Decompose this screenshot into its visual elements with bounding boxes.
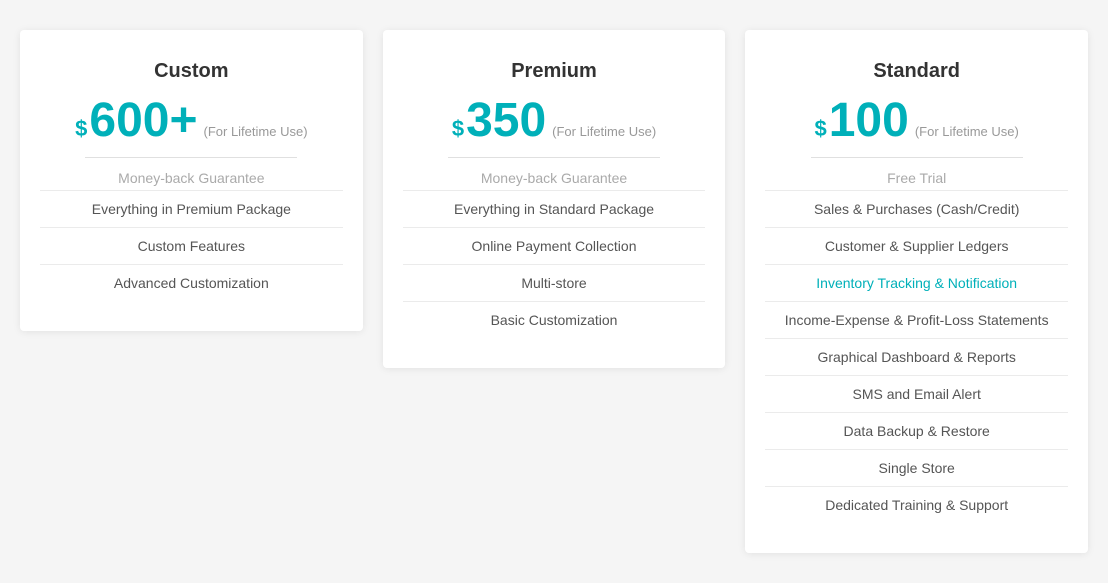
premium-feature-0: Everything in Standard Package (403, 190, 706, 228)
standard-price-suffix: (For Lifetime Use) (915, 124, 1019, 139)
premium-feature-1: Online Payment Collection (403, 228, 706, 265)
premium-feature-2: Multi-store (403, 265, 706, 302)
standard-feature-2: Inventory Tracking & Notification (765, 265, 1068, 302)
custom-divider (85, 157, 297, 158)
standard-price-row: $100 (For Lifetime Use) (765, 97, 1068, 145)
custom-price-suffix: (For Lifetime Use) (204, 124, 308, 139)
standard-divider (811, 157, 1023, 158)
standard-feature-8: Dedicated Training & Support (765, 487, 1068, 523)
standard-feature-5: SMS and Email Alert (765, 376, 1068, 413)
pricing-card-premium: Premium $350 (For Lifetime Use) Money-back … (383, 30, 726, 368)
standard-feature-3: Income-Expense & Profit-Loss Statements (765, 302, 1068, 339)
premium-divider (448, 157, 660, 158)
standard-dollar-sign: $ (814, 116, 826, 142)
premium-price-amount: 350 (466, 97, 546, 145)
custom-feature-1: Custom Features (40, 228, 343, 265)
standard-price-amount: 100 (829, 97, 909, 145)
premium-price-suffix: (For Lifetime Use) (552, 124, 656, 139)
custom-feature-2: Advanced Customization (40, 265, 343, 301)
pricing-card-standard: Standard $100 (For Lifetime Use) Free Trial… (745, 30, 1088, 553)
standard-feature-0: Sales & Purchases (Cash/Credit) (765, 190, 1068, 228)
standard-title: Standard (765, 60, 1068, 83)
standard-feature-1: Customer & Supplier Ledgers (765, 228, 1068, 265)
custom-title: Custom (40, 60, 343, 83)
pricing-card-custom: Custom $600+ (For Lifetime Use) Money-back … (20, 30, 363, 331)
pricing-container: Custom $600+ (For Lifetime Use) Money-back … (20, 30, 1088, 553)
premium-dollar-sign: $ (452, 116, 464, 142)
premium-title: Premium (403, 60, 706, 83)
custom-price-amount: 600+ (89, 97, 197, 145)
premium-subtitle: Money-back Guarantee (403, 170, 706, 186)
standard-feature-4: Graphical Dashboard & Reports (765, 339, 1068, 376)
custom-dollar-sign: $ (75, 116, 87, 142)
custom-price-row: $600+ (For Lifetime Use) (40, 97, 343, 145)
custom-feature-0: Everything in Premium Package (40, 190, 343, 228)
premium-feature-3: Basic Customization (403, 302, 706, 338)
standard-feature-6: Data Backup & Restore (765, 413, 1068, 450)
standard-feature-7: Single Store (765, 450, 1068, 487)
custom-subtitle: Money-back Guarantee (40, 170, 343, 186)
standard-subtitle: Free Trial (765, 170, 1068, 186)
premium-price-row: $350 (For Lifetime Use) (403, 97, 706, 145)
